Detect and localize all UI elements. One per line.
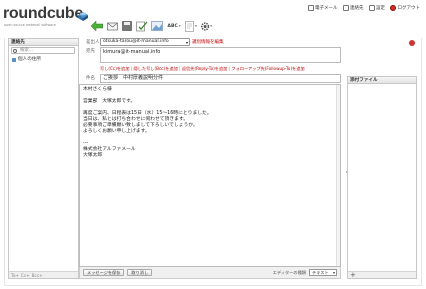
add-bcc-link[interactable]: 隠した写し(Bcc)を追加: [134, 66, 178, 71]
remove-recipient-icon[interactable]: [409, 40, 415, 46]
compose-toolbar: ABC ▾ ▾ ▾: [91, 15, 212, 37]
gear-icon: [201, 21, 210, 31]
chevron-down-icon: ▾: [332, 270, 335, 275]
nav-address-book-label: 連絡先: [350, 5, 364, 11]
options-button[interactable]: ▾: [200, 20, 212, 32]
address-book-item[interactable]: 個人の住所: [11, 56, 75, 63]
editor-type-label: エディターの種類: [272, 269, 306, 275]
logo[interactable]: roundcube open source webmail software: [3, 5, 88, 27]
cube-icon: [78, 12, 88, 21]
attachments-panel: 添付ファイル +: [347, 76, 417, 279]
address-book-icon: [12, 57, 16, 62]
to-field[interactable]: kimura@it-manual.info: [100, 47, 341, 63]
recipient-add-bar: To+ Cc+ Bcc+: [9, 271, 78, 278]
top-navigation: 電子メール 連絡先 設定 ログアウト: [307, 3, 421, 12]
chevron-down-icon: ▾: [210, 24, 212, 28]
cancel-button[interactable]: 取り消し: [127, 269, 153, 276]
editor-type-value: テキスト: [312, 270, 329, 275]
subject-field[interactable]: ご挨拶 中村厚義説明分件: [100, 74, 341, 83]
search-icon: [13, 49, 17, 53]
header: roundcube open source webmail software 電…: [0, 0, 426, 38]
nav-settings-label: 設定: [376, 5, 385, 11]
body-line: 大塚太郎: [83, 153, 103, 158]
nav-settings[interactable]: 設定: [368, 4, 385, 11]
signature-button[interactable]: ▾: [185, 20, 197, 32]
body-scrollbar[interactable]: [336, 85, 340, 266]
mail-icon: [307, 4, 314, 11]
spellcheck-icon: [136, 21, 148, 31]
save-draft-button[interactable]: [121, 20, 133, 32]
nav-address-book[interactable]: 連絡先: [342, 4, 364, 11]
nav-logout-label: ログアウト: [397, 5, 421, 11]
add-header-links: 写し(Cc)を追加 | 隠した写し(Bcc)を追加 | 返信先(Reply-To…: [100, 66, 305, 72]
contacts-panel-title: 連絡先: [9, 39, 78, 46]
add-attachment-button[interactable]: +: [350, 272, 356, 279]
logo-tagline: open source webmail software: [4, 23, 56, 27]
from-select[interactable]: otsuka-tarou@it-manual.info ▾: [100, 38, 190, 46]
chevron-down-icon: ▾: [185, 40, 188, 45]
spellcheck-button[interactable]: [136, 20, 148, 32]
floppy-icon: [122, 21, 132, 31]
send-icon: [106, 22, 118, 30]
nav-mail-label: 電子メール: [315, 5, 338, 11]
compose-form: 差出人 otsuka-tarou@it-manual.info ▾ 識別情報を編…: [79, 38, 346, 279]
chevron-down-icon: ▾: [178, 24, 181, 28]
editor-type-select[interactable]: テキスト ▾: [309, 269, 337, 276]
back-arrow-icon: [91, 21, 103, 31]
contacts-search-input[interactable]: 検索...: [11, 47, 75, 54]
edit-identity-link[interactable]: 識別情報を編集: [192, 39, 224, 45]
insert-image-button[interactable]: [151, 20, 163, 32]
signature-icon: [185, 20, 194, 32]
subject-label: 件名: [86, 76, 95, 81]
add-reply-to-link[interactable]: 返信先(Reply-To)を追加: [182, 66, 227, 71]
add-to-button[interactable]: To+: [11, 273, 19, 278]
chevron-down-icon: ▾: [195, 24, 197, 28]
attachments-footer: +: [348, 271, 416, 279]
abc-label: ABC: [167, 23, 178, 29]
back-button[interactable]: [91, 20, 103, 32]
settings-icon: [368, 4, 375, 11]
attachments-title: 添付ファイル: [348, 77, 416, 84]
send-button[interactable]: [106, 20, 118, 32]
nav-logout[interactable]: ログアウト: [390, 4, 421, 11]
message-body[interactable]: 木村さくら様 営業部 大塚太郎です。 再度ご案内、日程表は15日（水）15〜16…: [79, 84, 341, 267]
logout-icon: [390, 4, 396, 11]
logo-text: roundcube: [3, 5, 83, 22]
contacts-search-placeholder: 検索...: [20, 48, 33, 53]
add-followup-to-link[interactable]: フォローアップ先(Followup-To)を追加: [231, 66, 304, 71]
image-icon: [151, 21, 163, 31]
contacts-panel: 連絡先 検索... 個人の住所 To+ Cc+ Bcc+: [8, 38, 79, 279]
address-book-icon: [342, 4, 349, 11]
to-label: 宛先: [86, 49, 95, 54]
add-bcc-button[interactable]: Bcc+: [32, 273, 43, 278]
add-cc-link[interactable]: 写し(Cc)を追加: [100, 66, 129, 71]
save-message-button[interactable]: メッセージを保存: [83, 269, 125, 276]
from-label: 差出人: [86, 40, 100, 45]
compose-footer: メッセージを保存 取り消し エディターの種類 テキスト ▾: [79, 267, 341, 279]
add-cc-button[interactable]: Cc+: [21, 273, 30, 278]
from-value: otsuka-tarou@it-manual.info: [103, 39, 169, 44]
abc-button[interactable]: ABC ▾: [166, 20, 182, 32]
address-book-label: 個人の住所: [18, 57, 41, 62]
nav-mail[interactable]: 電子メール: [307, 4, 338, 11]
